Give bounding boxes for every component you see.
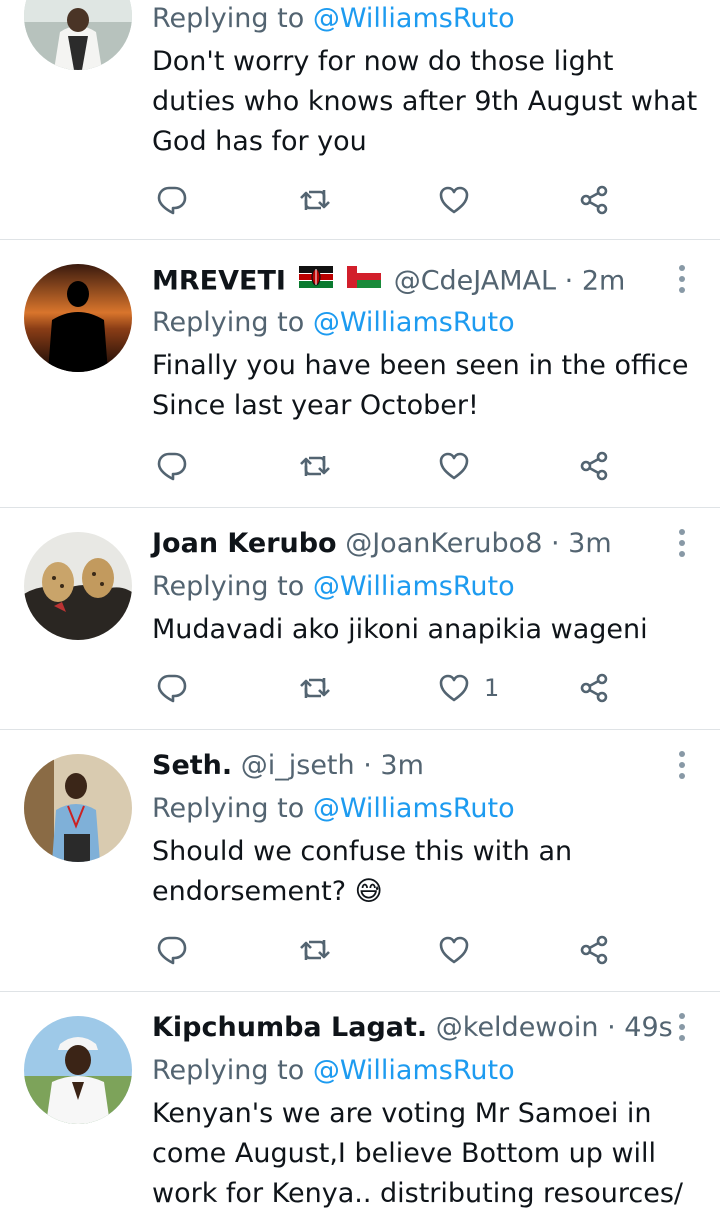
- heart-icon: [439, 452, 469, 480]
- more-options-icon[interactable]: [672, 746, 692, 786]
- retweet-icon: [300, 456, 330, 476]
- tweet-actions: 1: [152, 668, 622, 708]
- reply-icon: [157, 936, 187, 965]
- tweet[interactable]: Seth. @i_jseth · 3m Replying to @William…: [0, 730, 720, 992]
- timestamp: · 3m: [363, 750, 424, 781]
- heart-icon: [439, 936, 469, 964]
- tweet-header: Kipchumba Lagat. @keldewoin · 49s: [152, 1008, 700, 1048]
- tweet-text: Kenyan's we are voting Mr Samoei in come…: [152, 1098, 683, 1209]
- share-icon: [580, 451, 608, 481]
- share-icon: [580, 185, 608, 215]
- display-name[interactable]: Joan Kerubo: [152, 528, 337, 559]
- like-button[interactable]: [438, 930, 484, 970]
- mention-link[interactable]: @WilliamsRuto: [313, 571, 515, 602]
- mention-link[interactable]: @WilliamsRuto: [313, 307, 515, 338]
- replying-prefix: Replying to: [152, 1055, 313, 1086]
- display-name[interactable]: MREVETI: [152, 266, 286, 297]
- like-count: 1: [484, 674, 500, 702]
- tweet-actions: [152, 930, 622, 970]
- display-name[interactable]: Kipchumba Lagat.: [152, 1012, 427, 1043]
- tweet-text: Mudavadi ako jikoni anapikia wageni: [152, 614, 648, 645]
- replying-prefix: Replying to: [152, 571, 313, 602]
- avatar[interactable]: [24, 0, 132, 70]
- heart-icon: [439, 674, 469, 702]
- retweet-button[interactable]: [298, 668, 332, 708]
- retweet-icon: [300, 940, 330, 960]
- replying-to: Replying to @WilliamsRuto: [152, 1048, 700, 1094]
- tweet-header: Seth. @i_jseth · 3m: [152, 746, 700, 786]
- mention-link[interactable]: @WilliamsRuto: [313, 3, 515, 34]
- reply-button[interactable]: [156, 180, 188, 220]
- display-name[interactable]: Seth.: [152, 750, 232, 781]
- replying-to: Replying to @WilliamsRuto: [152, 564, 700, 610]
- replying-prefix: Replying to: [152, 3, 313, 34]
- reply-button[interactable]: [156, 446, 188, 486]
- avatar[interactable]: [24, 754, 132, 862]
- retweet-button[interactable]: [298, 180, 332, 220]
- tweet-actions: [152, 446, 622, 486]
- handle[interactable]: @CdeJAMAL: [394, 266, 556, 297]
- reply-icon: [157, 452, 187, 481]
- more-options-icon[interactable]: [672, 260, 692, 300]
- kenya-flag: [298, 266, 333, 288]
- replying-to: Replying to @WilliamsRuto: [152, 786, 700, 832]
- tweet[interactable]: Kipchumba Lagat. @keldewoin · 49s Replyi…: [0, 992, 720, 1218]
- avatar[interactable]: [24, 532, 132, 640]
- timestamp: · 3m: [550, 528, 612, 559]
- more-options-icon[interactable]: [672, 524, 692, 564]
- more-options-icon[interactable]: [672, 1008, 692, 1048]
- replying-to: Replying to @WilliamsRuto: [152, 300, 700, 346]
- timestamp: · 2m: [564, 265, 626, 297]
- tweet-text: Should we confuse this with an endorseme…: [152, 836, 573, 907]
- mention-link[interactable]: @WilliamsRuto: [313, 1055, 515, 1086]
- tweet-actions: [152, 180, 622, 220]
- share-icon: [580, 935, 608, 965]
- retweet-icon: [300, 190, 330, 210]
- avatar[interactable]: [24, 264, 132, 372]
- reply-icon: [157, 186, 187, 215]
- tweet-text: Finally you have been seen in the office…: [152, 350, 689, 421]
- avatar[interactable]: [24, 1016, 132, 1124]
- oman-flag: [347, 266, 382, 288]
- retweet-icon: [300, 678, 330, 698]
- tweet[interactable]: Replying to @WilliamsRuto Don't worry fo…: [0, 0, 720, 240]
- tweet-header: MREVETI @CdeJAMAL · 2m: [152, 260, 700, 300]
- like-button[interactable]: [438, 446, 484, 486]
- share-button[interactable]: [578, 930, 610, 970]
- like-button[interactable]: 1: [438, 668, 499, 708]
- handle[interactable]: @i_jseth: [241, 750, 355, 781]
- like-button[interactable]: [438, 180, 484, 220]
- reply-button[interactable]: [156, 930, 188, 970]
- retweet-button[interactable]: [298, 930, 332, 970]
- flags: [298, 260, 382, 300]
- tweet-text: Don't worry for now do those light dutie…: [152, 46, 698, 157]
- mention-link[interactable]: @WilliamsRuto: [313, 793, 515, 824]
- share-button[interactable]: [578, 668, 610, 708]
- handle[interactable]: @keldewoin: [436, 1012, 599, 1043]
- reply-button[interactable]: [156, 668, 188, 708]
- tweet[interactable]: Joan Kerubo @JoanKerubo8 · 3m Replying t…: [0, 508, 720, 730]
- handle[interactable]: @JoanKerubo8: [345, 528, 542, 559]
- replying-prefix: Replying to: [152, 793, 313, 824]
- tweet-header: Joan Kerubo @JoanKerubo8 · 3m: [152, 524, 700, 564]
- timestamp: · 49s: [607, 1012, 673, 1043]
- share-button[interactable]: [578, 446, 610, 486]
- replying-to: Replying to @WilliamsRuto: [152, 0, 700, 42]
- share-icon: [580, 673, 608, 703]
- reply-icon: [157, 674, 187, 703]
- tweet[interactable]: MREVETI @CdeJAMAL · 2m Replying to @Will…: [0, 240, 720, 508]
- retweet-button[interactable]: [298, 446, 332, 486]
- replying-prefix: Replying to: [152, 307, 313, 338]
- heart-icon: [439, 186, 469, 214]
- share-button[interactable]: [578, 180, 610, 220]
